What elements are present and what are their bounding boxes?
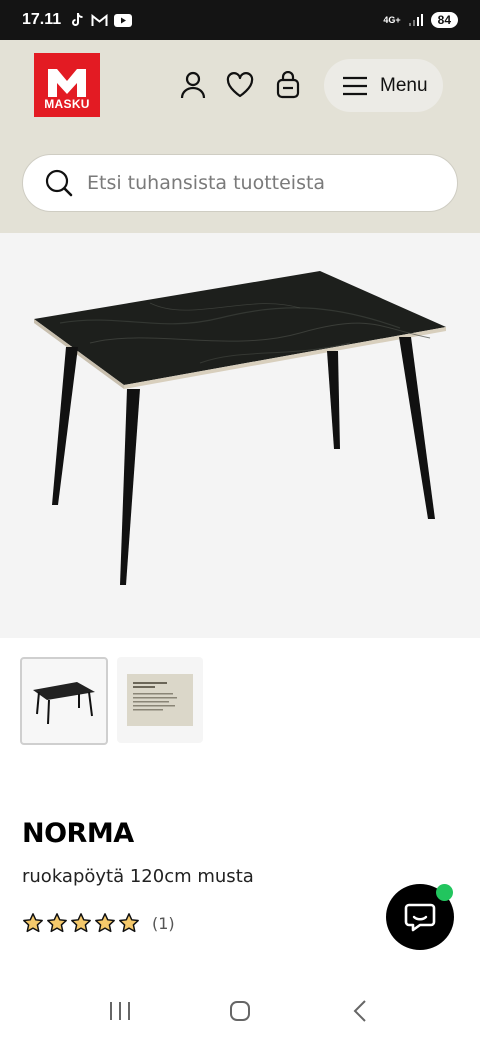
- thumbnail-product-photo[interactable]: [20, 657, 108, 745]
- status-notification-icons: [71, 12, 133, 28]
- star-icon: [23, 913, 43, 933]
- system-nav-bar: [0, 982, 480, 1040]
- search-icon: [45, 169, 73, 197]
- product-rating[interactable]: (1): [22, 912, 175, 934]
- logo-text: MASKU: [44, 97, 90, 111]
- user-icon: [180, 71, 206, 99]
- gmail-icon: [91, 13, 108, 26]
- menu-button[interactable]: Menu: [324, 59, 443, 112]
- product-subtitle: ruokapöytä 120cm musta: [22, 866, 254, 887]
- heart-icon: [226, 72, 254, 98]
- battery-indicator: 84: [430, 12, 458, 28]
- signal-icon: [408, 14, 423, 26]
- home-icon: [230, 1001, 250, 1021]
- back-button[interactable]: [340, 991, 380, 1031]
- account-button[interactable]: [179, 70, 207, 100]
- star-icon: [47, 913, 67, 933]
- network-type: 4G+: [383, 14, 401, 25]
- star-icon: [119, 913, 139, 933]
- status-system-icons: 4G+ 84: [383, 12, 458, 28]
- status-bar: 17.11 4G+ 84: [0, 0, 480, 40]
- review-count: (1): [152, 913, 175, 933]
- cart-button[interactable]: [274, 70, 302, 100]
- product-brand: NORMA: [22, 818, 134, 849]
- shopping-bag-icon: [276, 71, 300, 99]
- recent-apps-button[interactable]: [100, 991, 140, 1031]
- home-button[interactable]: [220, 991, 260, 1031]
- dining-table-image: [34, 271, 446, 585]
- thumbnail-gallery: [20, 657, 203, 745]
- search-input[interactable]: [87, 172, 417, 194]
- tiktok-icon: [72, 12, 83, 26]
- youtube-icon: [114, 13, 133, 27]
- star-icon: [95, 913, 115, 933]
- logo-m-mark: [48, 69, 86, 97]
- recent-apps-icon: [110, 1002, 130, 1020]
- search-bar[interactable]: [22, 154, 458, 212]
- care-card-thumbnail-image: [127, 674, 193, 726]
- thumbnail-care-card[interactable]: [117, 657, 203, 743]
- menu-label: Menu: [380, 74, 428, 96]
- masku-logo[interactable]: MASKU: [34, 53, 100, 117]
- back-icon: [353, 1000, 366, 1022]
- hamburger-icon: [343, 76, 367, 95]
- site-header: MASKU Menu: [0, 40, 480, 233]
- chat-button[interactable]: [386, 884, 454, 950]
- chat-bubble-icon: [404, 903, 436, 932]
- status-time: 17.11: [22, 11, 62, 28]
- star-icon: [71, 913, 91, 933]
- online-status-dot: [436, 884, 453, 901]
- wishlist-button[interactable]: [226, 70, 254, 100]
- table-thumbnail-image: [33, 682, 95, 725]
- product-hero-image[interactable]: [0, 233, 480, 638]
